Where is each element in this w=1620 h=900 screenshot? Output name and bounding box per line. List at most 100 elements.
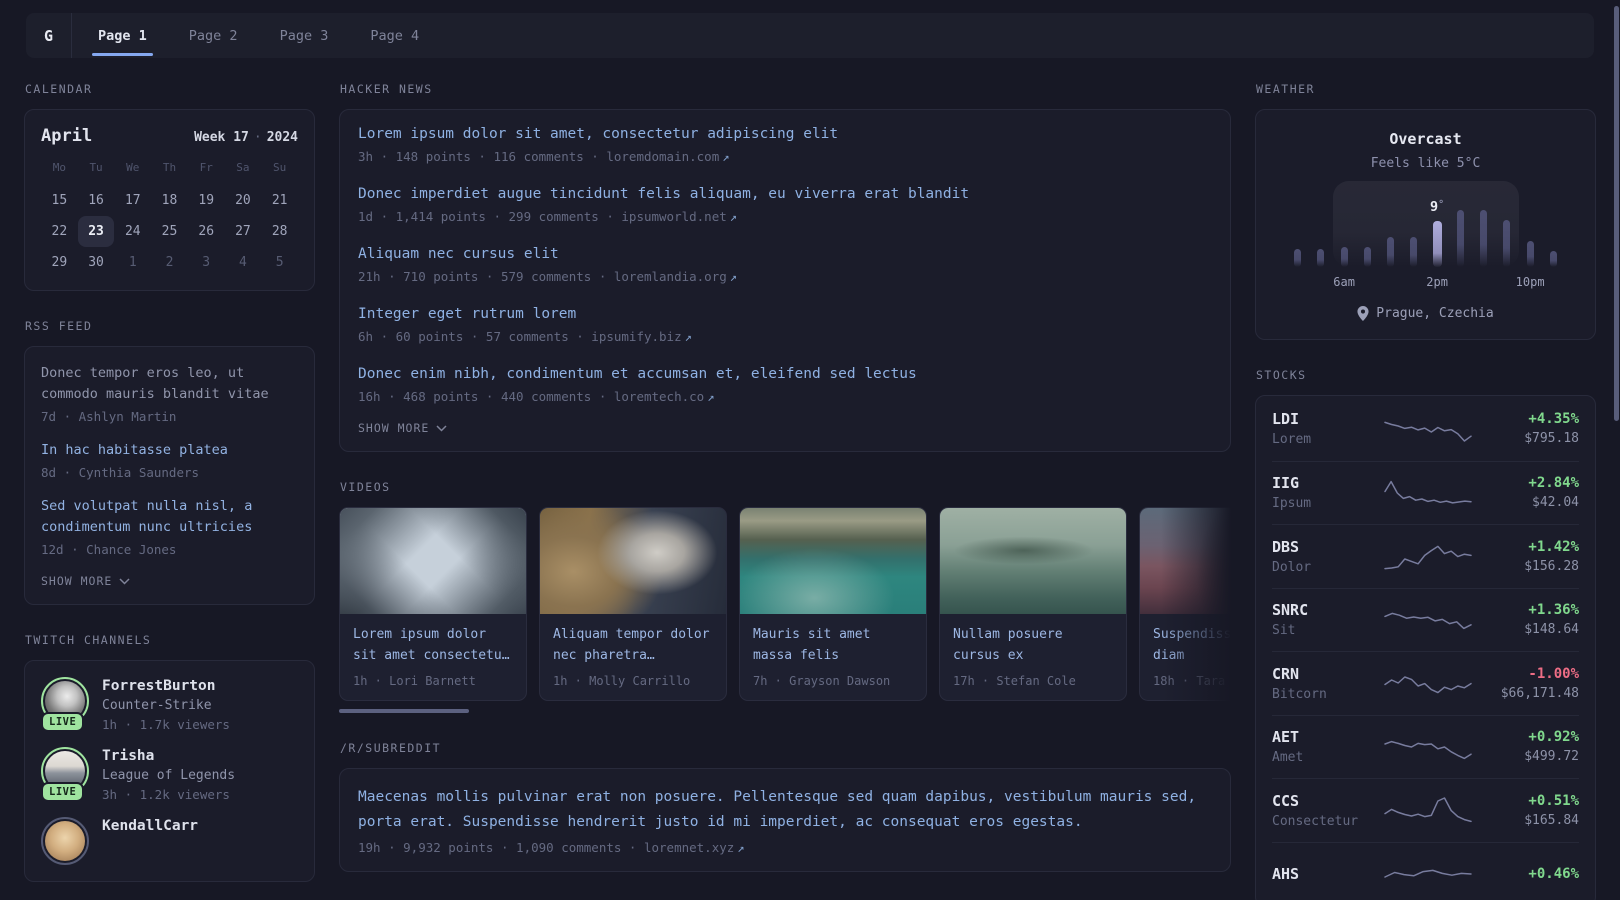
- video-title[interactable]: Aliquam tempor dolor nec pharetra…: [553, 624, 713, 666]
- video-card[interactable]: Aliquam tempor dolor nec pharetra… 1h · M…: [539, 507, 727, 701]
- channel-name[interactable]: ForrestBurton: [102, 678, 230, 694]
- hackernews-item-title[interactable]: Lorem ipsum dolor sit amet, consectetur …: [358, 126, 1212, 142]
- hackernews-item: Lorem ipsum dolor sit amet, consectetur …: [358, 126, 1212, 164]
- live-badge: LIVE: [41, 712, 85, 732]
- stock-row[interactable]: SNRC Sit +1.36% $148.64: [1272, 587, 1579, 652]
- hackernews-widget: HACKER NEWS Lorem ipsum dolor sit amet, …: [339, 82, 1231, 452]
- external-link-icon: ↗: [729, 210, 737, 224]
- weather-bar-slot: [1309, 187, 1332, 267]
- video-card-body: Nullam posuere cursus ex 17h · Stefan Col…: [940, 614, 1126, 700]
- hackernews-item-title[interactable]: Donec enim nibh, condimentum et accumsan…: [358, 366, 1212, 382]
- video-card[interactable]: Mauris sit amet massa felis 7h · Grayson …: [739, 507, 927, 701]
- video-card-body: Lorem ipsum dolor sit amet consectetu… 1h…: [340, 614, 526, 700]
- video-card[interactable]: Nullam posuere cursus ex 17h · Stefan Col…: [939, 507, 1127, 701]
- video-card-body: Aliquam tempor dolor nec pharetra… 1h · M…: [540, 614, 726, 700]
- page-scrollbar[interactable]: [1614, 6, 1619, 421]
- stock-sparkline: [1378, 792, 1477, 828]
- hackernews-item-title[interactable]: Integer eget rutrum lorem: [358, 306, 1212, 322]
- video-title[interactable]: Lorem ipsum dolor sit amet consectetu…: [353, 624, 513, 666]
- weather-widget: WEATHER Overcast Feels like 5°C 9° 6am 2p…: [1255, 82, 1596, 340]
- hackernews-show-more-button[interactable]: SHOW MORE: [358, 421, 447, 435]
- avatar: LIVE: [41, 677, 89, 732]
- weekday-label: Mo: [52, 161, 66, 174]
- rss-show-more-button[interactable]: SHOW MORE: [41, 574, 130, 588]
- subreddit-list: Maecenas mollis pulvinar erat non posuer…: [358, 785, 1212, 855]
- stock-row[interactable]: CRN Bitcorn -1.00% $66,171.48: [1272, 651, 1579, 715]
- video-title[interactable]: Mauris sit amet massa felis: [753, 624, 913, 666]
- weather-bar-slot: [1472, 187, 1495, 267]
- hackernews-item-meta: 1d · 1,414 points · 299 comments · ipsum…: [358, 209, 1212, 224]
- stock-name: Bitcorn: [1272, 686, 1327, 702]
- hackernews-item-title[interactable]: Donec imperdiet augue tincidunt felis al…: [358, 186, 1212, 202]
- stock-price: $42.04: [1532, 495, 1579, 511]
- tab-page-3[interactable]: Page 3: [264, 13, 345, 58]
- stock-sparkline: [1378, 475, 1477, 511]
- stock-row[interactable]: DBS Dolor +1.42% $156.28: [1272, 524, 1579, 588]
- stock-row[interactable]: CCS Consectetur +0.51% $165.84: [1272, 778, 1579, 842]
- subreddit-widget: /R/SUBREDDIT Maecenas mollis pulvinar er…: [339, 741, 1231, 872]
- video-card[interactable]: Lorem ipsum dolor sit amet consectetu… 1h…: [339, 507, 527, 701]
- stock-identity: AET Amet: [1272, 728, 1378, 765]
- rss-item-meta: 12d · Chance Jones: [41, 542, 177, 557]
- calendar-day: 30: [88, 255, 104, 270]
- stock-change: +1.42%: [1528, 538, 1579, 555]
- weekday-label: Tu: [89, 161, 103, 174]
- weekday-label: Su: [273, 161, 287, 174]
- tab-page-1[interactable]: Page 1: [82, 13, 163, 58]
- videos-horizontal-scrollbar[interactable]: [339, 709, 469, 713]
- twitch-channel[interactable]: KendallCarr: [41, 817, 298, 865]
- page-tabs: Page 1 Page 2 Page 3 Page 4: [72, 13, 445, 58]
- rss-item-title[interactable]: In hac habitasse platea: [41, 440, 298, 461]
- calendar-widget: CALENDAR April Week 17 · 2024 Mo Tu We Th Fr Sa…: [24, 82, 315, 291]
- tab-page-4[interactable]: Page 4: [354, 13, 435, 58]
- video-card[interactable]: Suspendisse diam 18h · Tara: [1139, 507, 1231, 701]
- stock-change: +2.84%: [1528, 475, 1579, 492]
- calendar-day: 17: [124, 193, 141, 208]
- stock-row[interactable]: AET Amet +0.92% $499.72: [1272, 714, 1579, 779]
- channel-name[interactable]: KendallCarr: [102, 818, 198, 834]
- channel-name[interactable]: Trisha: [102, 748, 235, 764]
- stock-price: $165.84: [1524, 812, 1579, 828]
- video-thumbnail: [740, 508, 926, 614]
- calendar-day: 27: [235, 224, 251, 239]
- weather-hourly-chart: 9° 6am 2pm 10pm: [1286, 181, 1565, 293]
- stock-row[interactable]: IIG Ipsum +2.84% $42.04: [1272, 460, 1579, 525]
- hackernews-item-title[interactable]: Aliquam nec cursus elit: [358, 246, 1212, 262]
- weather-bar: [1456, 210, 1464, 267]
- stock-symbol: SNRC: [1272, 601, 1309, 620]
- rss-item-title[interactable]: Donec tempor eros leo, ut commodo mauris…: [41, 363, 298, 405]
- rss-item-title[interactable]: Sed volutpat nulla nisl, a condimentum n…: [41, 496, 298, 538]
- weather-bar: [1387, 237, 1395, 267]
- weather-hour-label: 2pm: [1426, 275, 1448, 289]
- channel-info: ForrestBurton Counter-Strike 1h · 1.7k vie…: [102, 677, 230, 732]
- stocks-card: LDI Lorem +4.35% $795.18 IIG Ipsum +2.84% $42.0…: [1255, 395, 1596, 900]
- current-temperature-label: 9°: [1430, 199, 1444, 215]
- weekday-label: Fr: [199, 161, 213, 174]
- calendar-day: 18: [161, 193, 178, 208]
- weekday-label: Th: [162, 161, 177, 174]
- twitch-channel-list: LIVE ForrestBurton Counter-Strike 1h · 1.7k…: [41, 677, 298, 865]
- calendar-day: 25: [161, 224, 178, 239]
- stock-row[interactable]: AHS +0.46%: [1272, 841, 1579, 900]
- tab-page-2[interactable]: Page 2: [173, 13, 254, 58]
- video-title[interactable]: Nullam posuere cursus ex: [953, 624, 1113, 666]
- stock-price: $156.28: [1524, 558, 1579, 574]
- videos-row: Lorem ipsum dolor sit amet consectetu… 1h…: [339, 507, 1231, 701]
- hackernews-item-meta: 3h · 148 points · 116 comments · loremdo…: [358, 149, 1212, 164]
- nav-pill: G Page 1 Page 2 Page 3 Page 4: [26, 13, 1594, 58]
- video-title[interactable]: Suspendisse diam: [1153, 624, 1231, 666]
- stock-values: +0.92% $499.72: [1477, 729, 1579, 764]
- stock-row[interactable]: LDI Lorem +4.35% $795.18: [1272, 397, 1579, 461]
- subreddit-post-title[interactable]: Maecenas mollis pulvinar erat non posuer…: [358, 785, 1212, 835]
- stock-symbol: LDI: [1272, 410, 1300, 429]
- twitch-channel[interactable]: LIVE ForrestBurton Counter-Strike 1h · 1.7k…: [41, 677, 298, 732]
- app-logo[interactable]: G: [26, 13, 72, 58]
- dashboard: CALENDAR April Week 17 · 2024 Mo Tu We Th Fr Sa…: [0, 58, 1620, 900]
- stock-change: +1.36%: [1528, 602, 1579, 619]
- calendar-week-label: Week 17 · 2024: [194, 130, 298, 145]
- calendar-day: 15: [51, 193, 68, 208]
- video-card-body: Mauris sit amet massa felis 7h · Grayson …: [740, 614, 926, 700]
- twitch-channel[interactable]: LIVE Trisha League of Legends 3h · 1.2k vie…: [41, 747, 298, 802]
- weather-bar-slot: [1495, 187, 1518, 267]
- rss-list: Donec tempor eros leo, ut commodo mauris…: [41, 363, 298, 557]
